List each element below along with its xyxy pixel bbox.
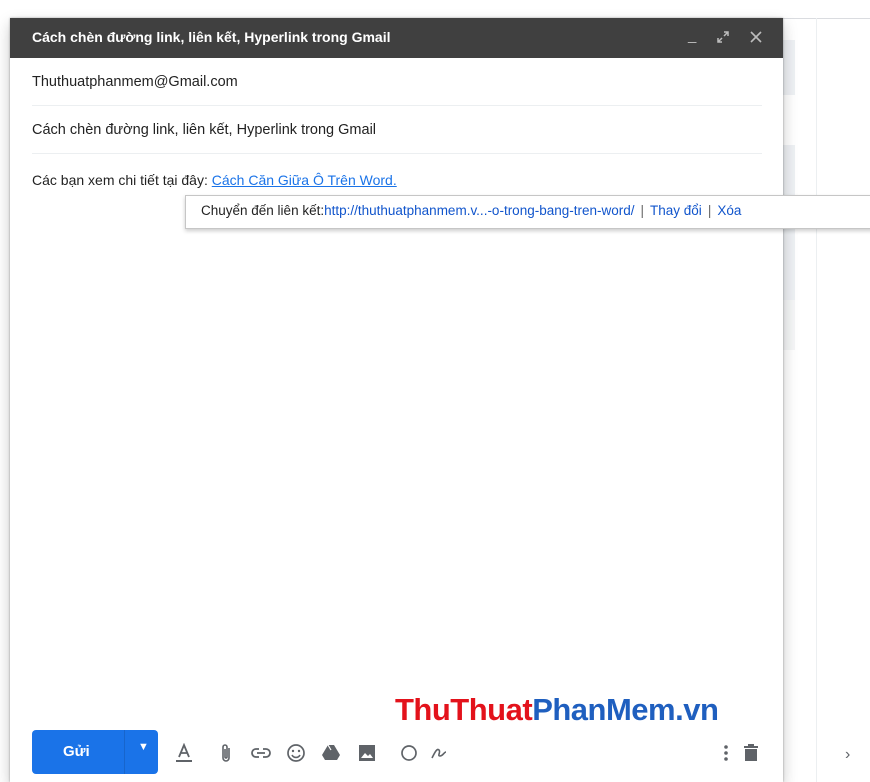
compose-title: Cách chèn đường link, liên kết, Hyperlin… — [32, 29, 391, 45]
watermark-part1: ThuThuat — [395, 692, 533, 727]
chevron-right-icon[interactable]: › — [845, 746, 850, 764]
send-options-icon[interactable]: ▼ — [138, 741, 149, 753]
tooltip-url[interactable]: http://thuthuatphanmem.v...-o-trong-bang… — [324, 203, 634, 218]
photo-icon[interactable] — [356, 742, 378, 764]
watermark-part2: PhanMem.vn — [532, 692, 719, 727]
link-icon[interactable] — [250, 742, 272, 764]
formatting-icon[interactable] — [173, 742, 195, 764]
expand-icon[interactable] — [716, 26, 730, 50]
send-button[interactable]: Gửi ▼ — [32, 730, 158, 774]
send-divider — [124, 730, 125, 774]
body-text: Các bạn xem chi tiết tại đây: — [32, 172, 212, 188]
drive-icon[interactable] — [320, 742, 342, 764]
tooltip-change-link[interactable]: Thay đổi — [650, 203, 702, 218]
to-field[interactable]: Thuthuatphanmem@Gmail.com — [32, 59, 762, 106]
watermark-logo: ThuThuatPhanMem.vn — [395, 692, 719, 728]
background-row — [783, 300, 795, 350]
link-tooltip: Chuyển đến liên kết:http://thuthuatphanm… — [185, 195, 870, 229]
minimize-icon[interactable]: _ — [688, 26, 696, 46]
signature-icon[interactable] — [428, 742, 450, 764]
emoji-icon[interactable] — [285, 742, 307, 764]
background-panel — [783, 0, 870, 782]
send-label: Gửi — [63, 743, 90, 760]
body-link[interactable]: Cách Căn Giữa Ô Trên Word. — [212, 172, 397, 188]
confidential-icon[interactable] — [398, 742, 420, 764]
background-divider — [783, 18, 870, 19]
background-divider — [816, 18, 817, 782]
background-row — [783, 40, 795, 95]
tooltip-separator: | — [640, 203, 645, 218]
subject-field[interactable]: Cách chèn đường link, liên kết, Hyperlin… — [32, 107, 762, 154]
compose-header[interactable]: Cách chèn đường link, liên kết, Hyperlin… — [10, 18, 783, 58]
tooltip-label: Chuyển đến liên kết: — [201, 203, 325, 218]
tooltip-separator: | — [707, 203, 712, 218]
message-body[interactable]: Các bạn xem chi tiết tại đây: Cách Căn G… — [32, 172, 397, 188]
more-options-icon[interactable] — [715, 742, 737, 764]
close-icon[interactable] — [750, 26, 762, 49]
compose-window: Cách chèn đường link, liên kết, Hyperlin… — [10, 18, 783, 782]
tooltip-remove-link[interactable]: Xóa — [717, 203, 741, 218]
attach-icon[interactable] — [215, 742, 237, 764]
delete-icon[interactable] — [740, 742, 762, 764]
